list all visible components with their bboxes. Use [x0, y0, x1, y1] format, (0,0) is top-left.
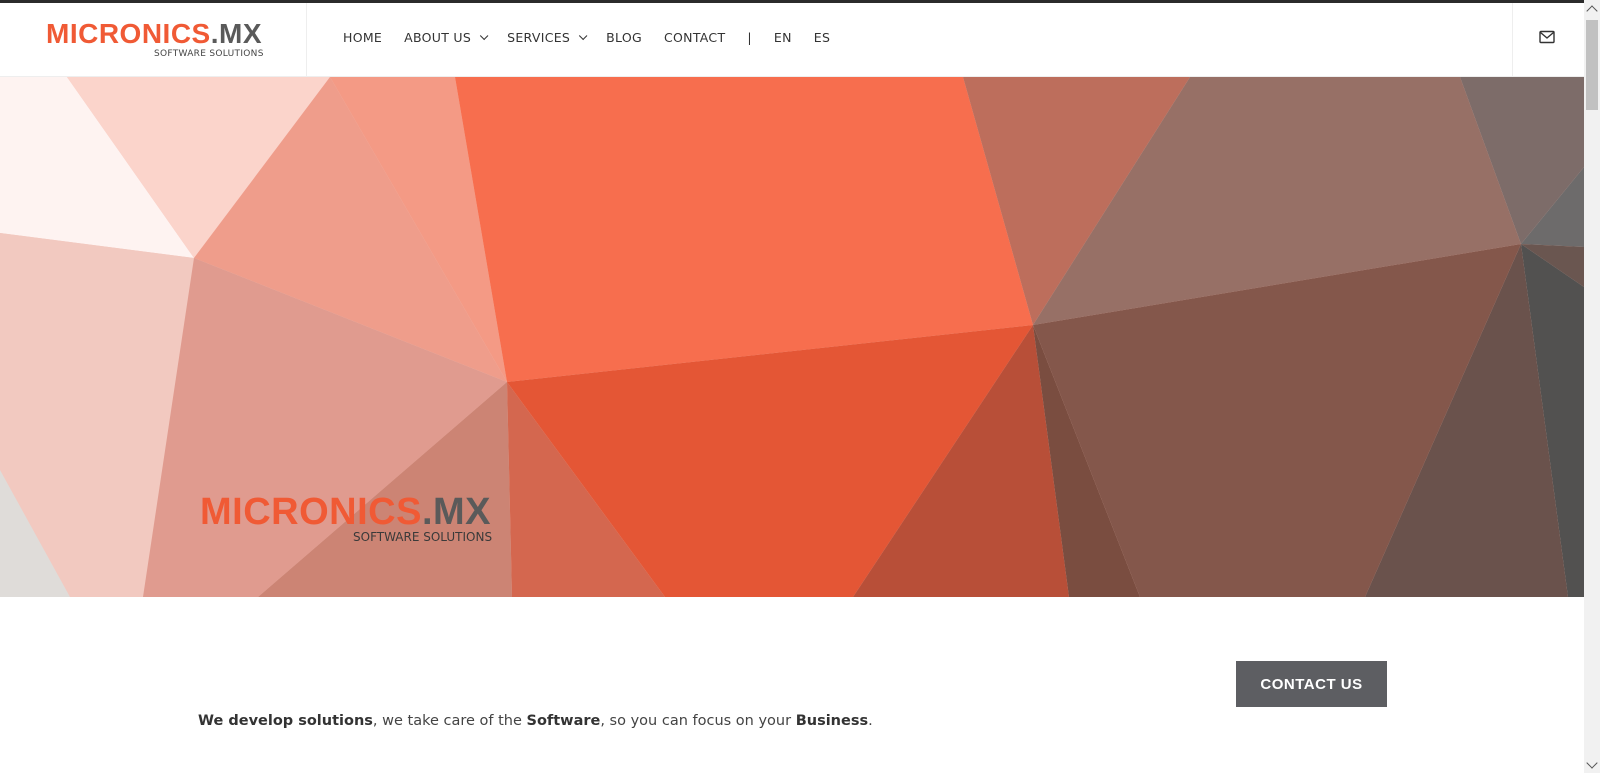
nav-separator: | — [747, 30, 752, 45]
header-divider-right — [1512, 3, 1513, 77]
nav-services[interactable]: SERVICES — [507, 30, 588, 45]
contact-us-button[interactable]: CONTACT US — [1236, 661, 1387, 707]
hero-logo: MICRONICS.MX SOFTWARE SOLUTIONS — [200, 491, 492, 544]
page-scrollbar[interactable] — [1584, 0, 1600, 773]
mail-icon[interactable] — [1539, 30, 1555, 44]
lang-es[interactable]: ES — [814, 30, 830, 45]
hero-banner: MICRONICS.MX SOFTWARE SOLUTIONS — [0, 77, 1584, 597]
logo-tagline: SOFTWARE SOLUTIONS — [154, 49, 264, 59]
nav-home[interactable]: HOME — [343, 30, 382, 45]
chevron-down-icon — [579, 31, 588, 40]
hero-logo-tagline: SOFTWARE SOLUTIONS — [353, 530, 493, 544]
nav-blog[interactable]: BLOG — [606, 30, 642, 45]
header-logo[interactable]: MICRONICS.MX SOFTWARE SOLUTIONS — [46, 19, 308, 63]
scroll-thumb[interactable] — [1586, 20, 1598, 110]
hero-logo-wordmark: MICRONICS.MX — [200, 491, 492, 533]
nav-about-us[interactable]: ABOUT US — [404, 30, 489, 45]
nav-contact[interactable]: CONTACT — [664, 30, 725, 45]
logo-wordmark: MICRONICS.MX — [46, 18, 263, 49]
lang-en[interactable]: EN — [774, 30, 792, 45]
site-header: MICRONICS.MX SOFTWARE SOLUTIONS HOME ABO… — [0, 3, 1584, 77]
intro-text: We develop solutions, we take care of th… — [198, 713, 873, 729]
header-divider — [306, 3, 307, 77]
main-nav: HOME ABOUT US SERVICES BLOG CONTACT | EN… — [343, 30, 852, 45]
chevron-down-icon — [480, 31, 489, 40]
